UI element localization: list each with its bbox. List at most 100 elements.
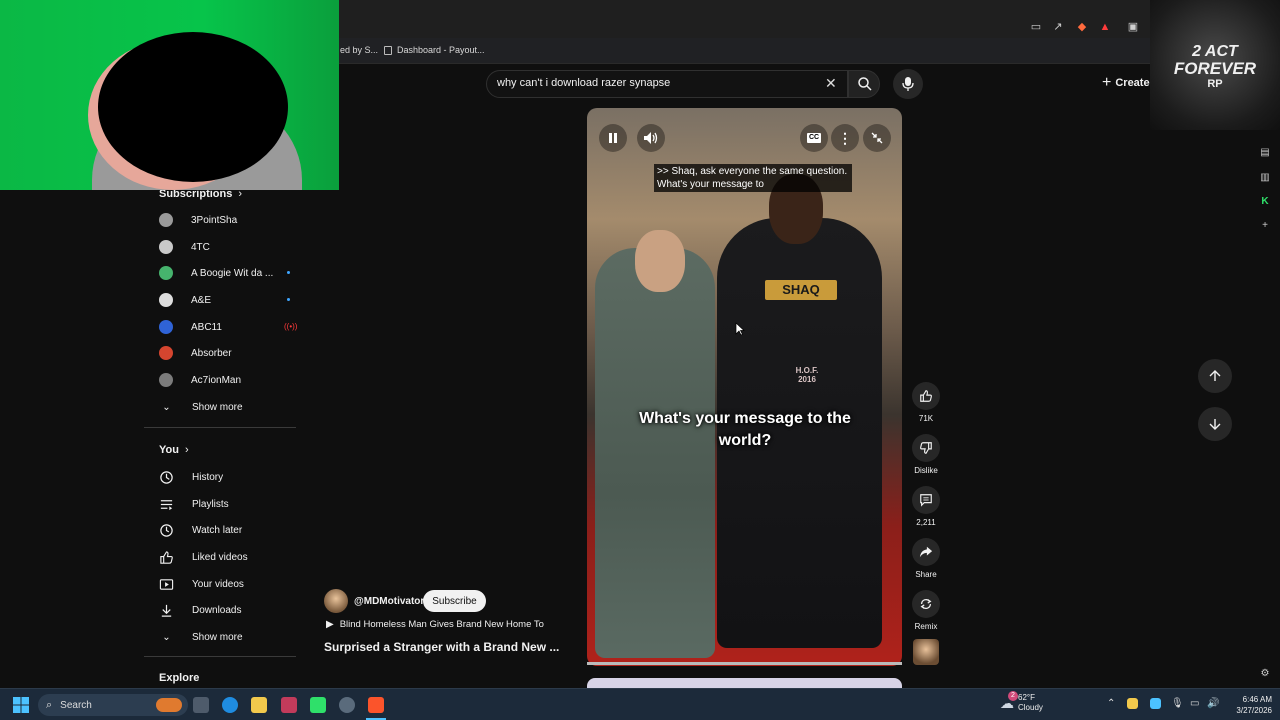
fullscreen-button[interactable] (863, 124, 891, 152)
task-view-icon[interactable] (193, 697, 209, 713)
sidebar-item-label: ABC11 (191, 321, 222, 333)
channel-avatar[interactable] (324, 589, 348, 613)
wallet-icon[interactable]: ▣ (1127, 21, 1139, 33)
pause-button[interactable] (599, 124, 627, 152)
more-options-button[interactable]: ⋮ (831, 124, 859, 152)
windows-taskbar: ⌕ Search ☁ 2 62°F Cloudy ⌃ 🎙 ▭ 🔊 6:46 AM… (0, 688, 1280, 720)
sidebar-item-label: 4TC (191, 241, 210, 253)
you-title: You (159, 444, 179, 456)
chevron-down-icon: ⌄ (162, 401, 171, 413)
share-button[interactable]: Share (908, 538, 944, 579)
sidebar-item-abc11[interactable]: ABC11 ((•)) (159, 320, 299, 334)
comments-button[interactable]: 2,211 (908, 486, 944, 527)
sidebar-item-4tc[interactable]: 4TC (159, 240, 210, 254)
system-clock[interactable]: 6:46 AM 3/27/2026 (1222, 694, 1272, 716)
sidebar-item-your-videos[interactable]: Your videos (159, 577, 244, 591)
chevron-down-icon: ⌄ (162, 631, 171, 643)
logo-text: FOREVER (1173, 59, 1257, 78)
search-input[interactable] (497, 77, 817, 89)
clock-time: 6:46 AM (1242, 695, 1272, 704)
channel-name[interactable]: @MDMotivator (354, 596, 424, 607)
file-explorer-icon[interactable] (251, 697, 267, 713)
search-button[interactable] (848, 70, 880, 98)
next-short-button[interactable] (1198, 407, 1232, 441)
bookmark-item[interactable]: Dashboard - Payout... (384, 45, 485, 55)
sound-thumbnail[interactable] (913, 639, 939, 665)
remix-icon (920, 599, 932, 609)
sidebar-item-ae[interactable]: A&E (159, 293, 299, 307)
create-button[interactable]: + Create (1102, 74, 1150, 92)
microphone-tray-icon[interactable]: 🎙 (1171, 698, 1184, 709)
sidebar-item-label: Downloads (192, 604, 242, 616)
like-button[interactable]: 71K (908, 382, 944, 423)
sidebar-item-downloads[interactable]: Downloads (159, 603, 241, 617)
add-panel-icon[interactable]: + (1258, 218, 1272, 232)
sidebar-item-label: Watch later (192, 524, 243, 536)
share-page-icon[interactable]: ↗ (1052, 21, 1064, 33)
clear-search-icon[interactable]: ✕ (825, 75, 837, 92)
show-more-label: Show more (192, 401, 243, 413)
reading-list-icon[interactable]: ▥ (1258, 170, 1272, 184)
brave-browser-icon[interactable] (368, 697, 384, 713)
brave-rewards-icon[interactable]: ▲ (1099, 21, 1111, 33)
playlist-link[interactable]: ▶ Blind Homeless Man Gives Brand New Hom… (326, 619, 544, 630)
create-label: Create (1115, 77, 1150, 89)
show-more-subscriptions[interactable]: ⌄ Show more (159, 400, 243, 414)
sidebar-item-a-boogie[interactable]: A Boogie Wit da ... (159, 266, 299, 280)
obs-icon[interactable] (339, 697, 355, 713)
chevron-up-icon[interactable]: ⌃ (1107, 698, 1115, 709)
kick-icon[interactable]: K (1258, 194, 1272, 208)
sidebar-item-playlists[interactable]: Playlists (159, 497, 229, 511)
sidebar-item-3pointsha[interactable]: 3PointSha (159, 213, 237, 227)
sidebar-item-absorber[interactable]: Absorber (159, 346, 232, 360)
tray-app-icon[interactable] (1150, 698, 1161, 709)
liked-videos-icon (160, 550, 173, 564)
captions-button[interactable]: CC (800, 124, 828, 152)
display-icon[interactable]: ▭ (1190, 698, 1199, 709)
subscribe-button[interactable]: Subscribe (423, 590, 486, 612)
video-progress-bar[interactable] (587, 662, 902, 665)
volume-button[interactable] (637, 124, 665, 152)
search-icon: ⌕ (46, 698, 53, 711)
settings-gear-icon[interactable]: ⚙ (1258, 666, 1272, 680)
watch-later-icon (160, 523, 173, 537)
weather-badge: 2 (1008, 691, 1018, 701)
sidebar-item-label: Absorber (191, 347, 232, 359)
sidebar-item-label: Playlists (192, 498, 229, 510)
webcam-overlay (0, 0, 339, 190)
your-videos-icon (159, 578, 174, 590)
kick-app-icon[interactable] (310, 697, 326, 713)
adobe-app-icon[interactable] (281, 697, 297, 713)
jersey-logo: SHAQ (765, 280, 837, 300)
you-header[interactable]: You › (159, 444, 189, 456)
sidebar-item-label: History (192, 471, 224, 483)
bookmarks-panel-icon[interactable]: ▤ (1258, 145, 1272, 159)
bookmark-label: ed by S... (340, 45, 379, 55)
dislike-button[interactable]: Dislike (908, 434, 944, 475)
previous-short-button[interactable] (1198, 359, 1232, 393)
weather-widget[interactable]: ☁ 2 62°F Cloudy (1000, 691, 1043, 713)
tray-app-icon[interactable] (1127, 698, 1138, 709)
taskbar-search[interactable]: ⌕ Search (38, 694, 188, 716)
logo-text: RP (1207, 78, 1223, 90)
taskbar-search-label: Search (60, 699, 92, 711)
brave-shield-icon[interactable]: ◆ (1076, 21, 1088, 33)
voice-search-button[interactable] (893, 69, 923, 99)
sidebar-item-history[interactable]: History (159, 470, 223, 484)
sidebar-toggle-icon[interactable]: ▭ (1030, 21, 1042, 33)
windows-start-icon[interactable] (13, 697, 29, 713)
video-title[interactable]: Surprised a Stranger with a Brand New ..… (324, 640, 559, 654)
show-more-you[interactable]: ⌄ Show more (159, 630, 242, 644)
volume-tray-icon[interactable]: 🔊 (1207, 698, 1219, 709)
search-box[interactable]: ✕ (486, 70, 848, 98)
bookmark-item[interactable]: ed by S... (340, 45, 378, 55)
comment-icon (920, 494, 932, 507)
avatar (159, 320, 173, 334)
sidebar-item-liked-videos[interactable]: Liked videos (159, 550, 248, 564)
edge-icon[interactable] (222, 697, 238, 713)
captions-icon: CC (807, 133, 821, 143)
remix-button[interactable]: Remix (908, 590, 944, 631)
sidebar-item-ac7ionman[interactable]: Ac7ionMan (159, 373, 241, 387)
sidebar-item-watch-later[interactable]: Watch later (159, 523, 242, 537)
comment-count: 2,211 (916, 518, 936, 527)
